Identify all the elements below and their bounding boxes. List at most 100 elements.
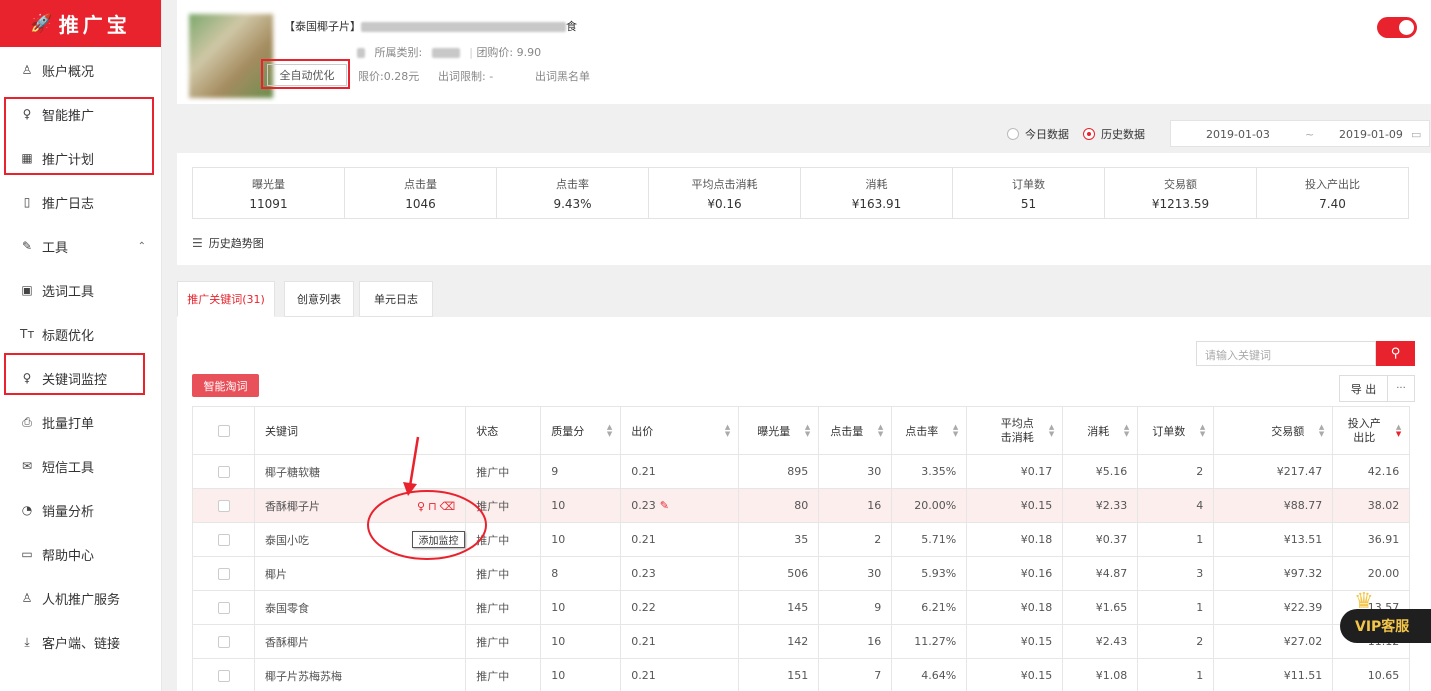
app-logo[interactable]: 🚀 推广宝 [0,0,161,47]
table-row[interactable]: 香酥椰子片 ♀ ⊓ ⌫ 推广中 10 0.23 ✎ 80 16 20.00% ¥0.15 ¥2.33 4 ¥… [192,488,1411,523]
promotion-toggle[interactable] [1377,17,1417,38]
keyword-search-input[interactable]: 请输入关键词 [1196,341,1376,366]
cell-value: ¥88.77 [1283,499,1323,512]
table-cell: 11.27% [891,624,968,659]
stat-label: 订单数 [1012,177,1045,191]
sort-icon[interactable]: ▲ ▼ [953,423,958,438]
keywords-panel: 推广关键词(31) 创意列表 单元日志 请输入关键词 ⚲ 智能淘词 导 出 ··… [177,281,1431,691]
sidebar-item-1[interactable]: ♙ 账户概况 [0,48,162,92]
sidebar-item-5[interactable]: ✎ 工具 ⌃ [0,224,162,268]
sort-icon[interactable]: ▲ ▼ [805,423,810,438]
sort-icon[interactable]: ▲ ▼ [607,423,612,438]
table-row[interactable]: 椰子糖软糖 推广中 9 0.21 895 30 3.35% ¥0.17 ¥5.16 2 ¥217.4… [192,454,1411,489]
cell-value: 香酥椰片 [265,635,309,649]
column-header[interactable]: 点击率 ▲ ▼ [891,406,968,455]
row-checkbox[interactable] [217,534,230,546]
table-cell: 2 [1137,624,1215,659]
sidebar-item-13[interactable]: ♙ 人机推广服务 [0,576,162,620]
sort-icon[interactable]: ▲ ▼ [1319,423,1324,438]
stats-summary: 曝光量 11091 点击量 1046 点击率 9.43% 平均点击消耗 ¥0.16 消耗 ¥163… [192,167,1409,219]
row-select-cell [192,454,255,489]
monitor-add-icon[interactable]: ♀ [417,500,425,513]
user-icon: ♙ [21,63,33,77]
row-checkbox[interactable] [217,500,230,512]
column-header[interactable]: 点击量 ▲ ▼ [818,406,893,455]
sidebar-item-10[interactable]: ✉ 短信工具 [0,444,162,488]
sidebar-item-label: 标题优化 [42,328,95,344]
sidebar-item-7[interactable]: Tт 标题优化 [0,312,162,356]
column-header[interactable]: 平均点击消耗 ▲ ▼ [966,406,1064,455]
table-row[interactable]: 香酥椰片 推广中 10 0.21 142 16 11.27% ¥0.15 ¥2.43 2 ¥27.0… [192,624,1411,659]
column-header[interactable]: 交易额 ▲ ▼ [1213,406,1334,455]
table-cell: 推广中 [465,454,542,489]
sidebar-item-14[interactable]: ⤓ 客户端、链接 [0,620,162,664]
tab-creatives[interactable]: 创意列表 [284,281,354,317]
date-range-picker[interactable]: 2019-01-03 ~ 2019-01-09 ▭ [1170,120,1430,147]
sidebar-item-4[interactable]: ▯ 推广日志 [0,180,162,224]
table-cell: ¥2.33 [1062,488,1139,523]
sidebar-item-6[interactable]: ▣ 选词工具 [0,268,162,312]
cell-value: 10 [551,533,566,546]
cell-value: 36.91 [1367,533,1400,546]
row-checkbox[interactable] [217,636,230,648]
tab-keywords[interactable]: 推广关键词(31) [177,281,275,317]
blurred-text [431,48,460,58]
tab-unit-log[interactable]: 单元日志 [359,281,433,317]
stat-cell: 交易额 ¥1213.59 [1105,168,1257,218]
blacklist-link[interactable]: 出词黑名单 [535,68,590,84]
row-checkbox[interactable] [217,670,230,682]
table-cell: 0.21 [620,454,740,489]
column-header[interactable]: 订单数 ▲ ▼ [1137,406,1215,455]
sort-icon[interactable]: ▲ ▼ [878,423,883,438]
history-trend-link[interactable]: ☰ 历史趋势图 [192,235,264,251]
stat-cell: 点击量 1046 [345,168,497,218]
cell-value: 推广中 [476,533,510,547]
sort-icon[interactable]: ▲ ▼ [725,423,730,438]
sidebar-item-9[interactable]: ⎙ 批量打单 [0,400,162,444]
row-checkbox[interactable] [217,568,230,580]
table-cell: ¥22.39 [1213,590,1334,625]
row-checkbox[interactable] [217,466,230,478]
export-button[interactable]: 导 出 [1339,375,1388,402]
cell-value: ¥0.18 [1020,533,1053,546]
row-checkbox[interactable] [217,602,230,614]
search-button[interactable]: ⚲ [1376,341,1415,366]
edit-icon[interactable]: ✎ [660,499,669,512]
table-cell: ¥0.15 [966,488,1064,523]
sort-icon[interactable]: ▲ ▼ [1200,423,1205,438]
select-all-checkbox[interactable] [217,425,230,437]
chevron-up-icon[interactable]: ⌃ [138,241,146,252]
table-row[interactable]: 椰子片苏梅苏梅 推广中 10 0.21 151 7 4.64% ¥0.15 ¥1.08 1 ¥11.… [192,658,1411,691]
table-row[interactable]: 泰国零食 推广中 10 0.22 145 9 6.21% ¥0.18 ¥1.65 1 ¥22.39 1… [192,590,1411,625]
table-cell: 推广中 [465,624,542,659]
sort-icon[interactable]: ▲ ▼ [1124,423,1129,438]
sort-icon[interactable]: ▲ ▼ [1049,423,1054,438]
table-row[interactable]: 泰国小吃 推广中 10 0.21 35 2 5.71% ¥0.18 ¥0.37 1 ¥13.51 36… [192,522,1411,557]
more-button[interactable]: ··· [1388,375,1415,402]
sidebar-item-11[interactable]: ◔ 销量分析 [0,488,162,532]
cell-value: 895 [787,465,809,478]
column-header[interactable]: 曝光量 ▲ ▼ [738,406,820,455]
column-header[interactable]: 出价 ▲ ▼ [620,406,740,455]
smart-search-button[interactable]: 智能淘词 [192,374,259,397]
sort-icon[interactable]: ▲ ▼ [1396,423,1401,438]
table-cell: ¥88.77 [1213,488,1334,523]
sidebar-item-label: 人机推广服务 [42,592,121,608]
category-label: 所属类别: [374,46,423,59]
lock-icon[interactable]: ⊓ [428,500,437,513]
product-title-prefix: 【泰国椰子片】 [284,20,361,33]
sidebar-item-12[interactable]: ▭ 帮助中心 [0,532,162,576]
table-cell: 145 [738,590,820,625]
table-row[interactable]: 椰片 推广中 8 0.23 506 30 5.93% ¥0.16 ¥4.87 3 ¥97.32 20.… [192,556,1411,591]
column-header[interactable]: 消耗 ▲ ▼ [1062,406,1139,455]
table-cell: 9 [818,590,893,625]
column-header: 状态 [465,406,542,455]
radio-today[interactable] [1007,128,1019,140]
cell-value: 8 [551,567,559,580]
vip-support[interactable]: VIP客服 ♛ [1340,591,1431,645]
table-cell: 1 [1137,658,1215,691]
column-header[interactable]: 质量分 ▲ ▼ [540,406,622,455]
column-header[interactable]: 投入产出比 ▲ ▼ [1332,406,1411,455]
radio-history[interactable] [1083,128,1095,140]
delete-icon[interactable]: ⌫ [440,500,456,513]
